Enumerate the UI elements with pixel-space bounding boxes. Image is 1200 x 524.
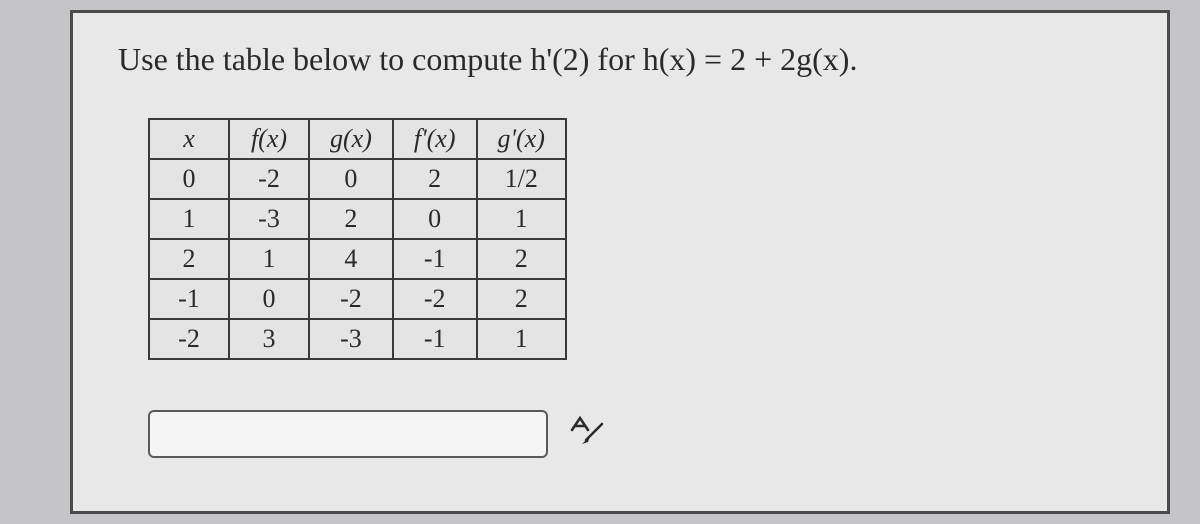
cell: -1 xyxy=(393,319,477,359)
table-row: -2 3 -3 -1 1 xyxy=(149,319,566,359)
cell: -2 xyxy=(229,159,309,199)
question-text: Use the table below to compute h'(2) for… xyxy=(118,41,1122,78)
cell: 1 xyxy=(477,199,566,239)
answer-row xyxy=(148,410,1122,458)
cell: 2 xyxy=(309,199,393,239)
handwriting-icon[interactable] xyxy=(568,410,608,458)
cell: -1 xyxy=(393,239,477,279)
col-fx: f(x) xyxy=(229,119,309,159)
cell: 0 xyxy=(309,159,393,199)
table-row: -1 0 -2 -2 2 xyxy=(149,279,566,319)
table-row: 0 -2 0 2 1/2 xyxy=(149,159,566,199)
cell: -3 xyxy=(229,199,309,239)
cell: -1 xyxy=(149,279,229,319)
handwriting-glyph xyxy=(568,410,608,450)
col-gx: g(x) xyxy=(309,119,393,159)
cell: 2 xyxy=(477,239,566,279)
cell: 0 xyxy=(393,199,477,239)
table-row: 2 1 4 -1 2 xyxy=(149,239,566,279)
answer-input[interactable] xyxy=(148,410,548,458)
col-x: x xyxy=(149,119,229,159)
cell: 1/2 xyxy=(477,159,566,199)
cell: -2 xyxy=(309,279,393,319)
col-gpx: g'(x) xyxy=(477,119,566,159)
table-row: 1 -3 2 0 1 xyxy=(149,199,566,239)
cell: 0 xyxy=(229,279,309,319)
cell: 1 xyxy=(477,319,566,359)
cell: 4 xyxy=(309,239,393,279)
cell: 2 xyxy=(393,159,477,199)
table-header-row: x f(x) g(x) f'(x) g'(x) xyxy=(149,119,566,159)
cell: 1 xyxy=(229,239,309,279)
cell: -2 xyxy=(393,279,477,319)
function-values-table: x f(x) g(x) f'(x) g'(x) 0 -2 0 2 1/2 1 -… xyxy=(148,118,567,360)
question-frame: Use the table below to compute h'(2) for… xyxy=(70,10,1170,514)
cell: 2 xyxy=(149,239,229,279)
cell: -3 xyxy=(309,319,393,359)
cell: 3 xyxy=(229,319,309,359)
cell: -2 xyxy=(149,319,229,359)
cell: 2 xyxy=(477,279,566,319)
cell: 0 xyxy=(149,159,229,199)
cell: 1 xyxy=(149,199,229,239)
col-fpx: f'(x) xyxy=(393,119,477,159)
